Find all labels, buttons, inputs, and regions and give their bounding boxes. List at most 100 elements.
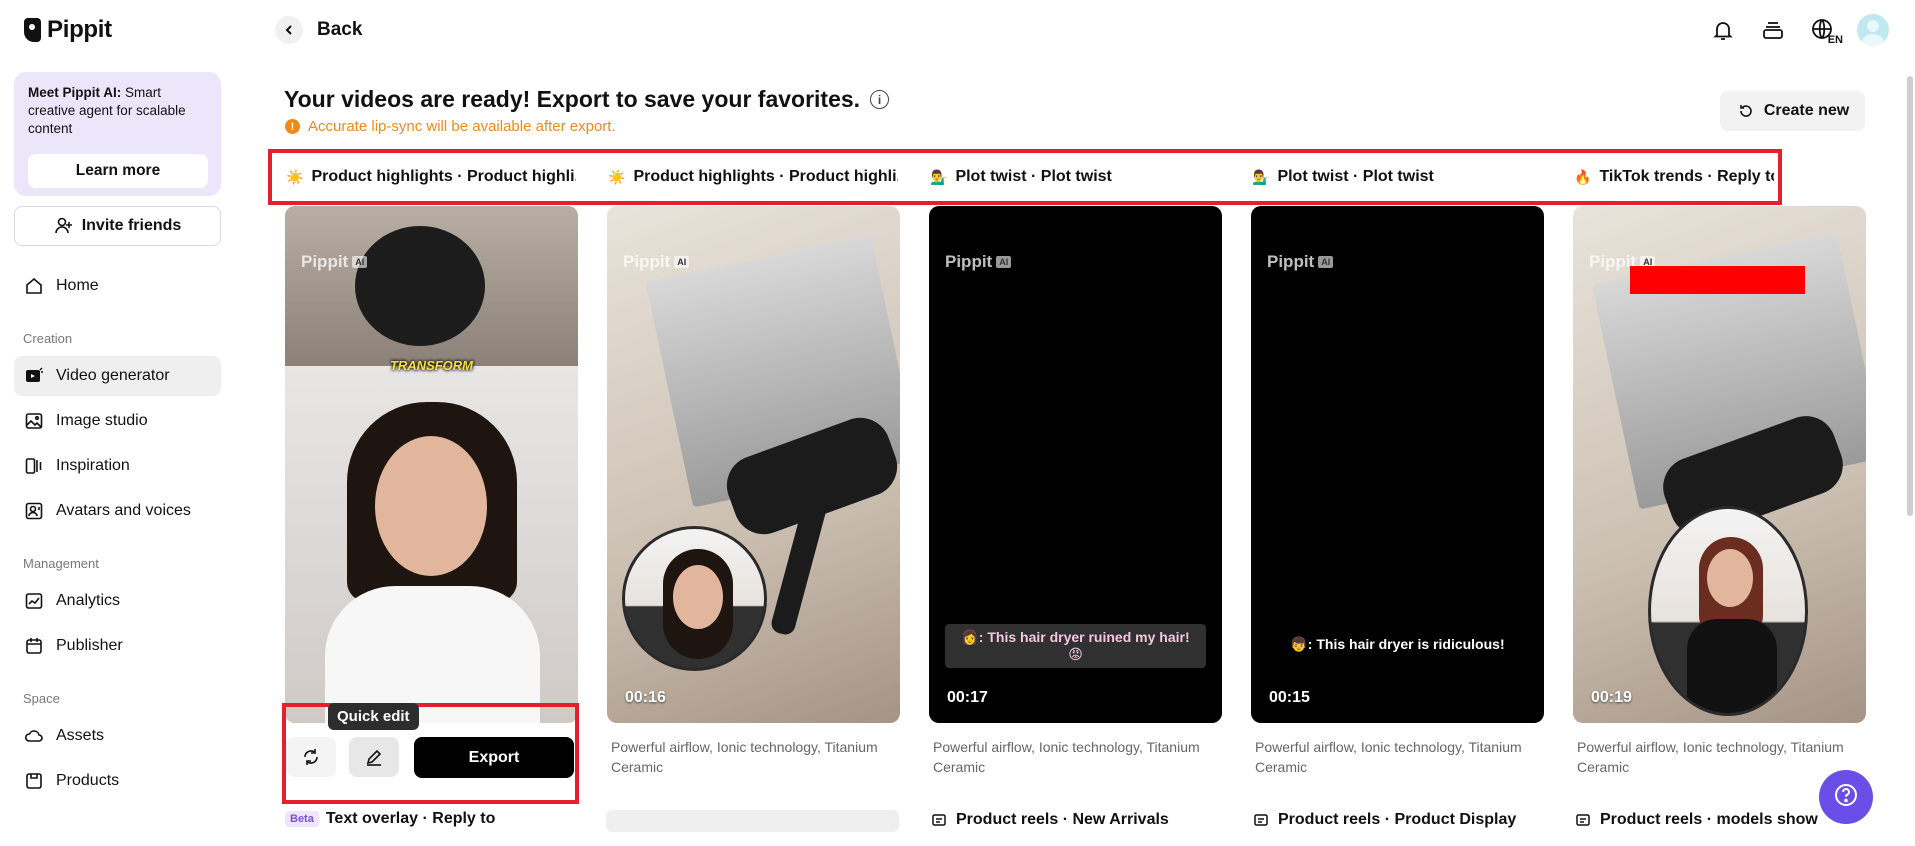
tab-product-highlights-1[interactable]: ☀️ Product highlights · Product highli..… bbox=[286, 153, 576, 201]
language-code: EN bbox=[1827, 34, 1843, 46]
presenter-face bbox=[673, 565, 723, 629]
video-generator-icon bbox=[24, 366, 44, 386]
next-template-label-1[interactable]: Beta Text overlay · Reply to bbox=[285, 810, 495, 828]
video-card-1[interactable]: Pippit AI TRANSFORM bbox=[285, 206, 578, 723]
regenerate-button[interactable] bbox=[286, 737, 336, 777]
pippit-logo-icon bbox=[24, 18, 41, 42]
learn-more-button[interactable]: Learn more bbox=[28, 154, 208, 188]
page-scrollbar[interactable] bbox=[1907, 76, 1913, 516]
video-description: Powerful airflow, Ionic technology, Tita… bbox=[933, 739, 1200, 775]
tab-label: Plot twist · Plot twist bbox=[1277, 168, 1434, 185]
presenter-dress bbox=[1687, 619, 1777, 713]
watermark-text: Pippit bbox=[1267, 252, 1315, 271]
sidebar-item-products[interactable]: Products bbox=[14, 761, 221, 801]
sidebar-item-label: Analytics bbox=[56, 592, 121, 609]
cloud-icon bbox=[24, 726, 44, 746]
video-duration: 00:19 bbox=[1591, 689, 1632, 706]
video-card-2[interactable]: Pippit AI 00:16 Powerful airflow, Ionic t… bbox=[607, 206, 900, 777]
watermark-text: Pippit bbox=[945, 252, 993, 271]
video-duration: 00:15 bbox=[1269, 689, 1310, 706]
loading-placeholder bbox=[606, 810, 899, 832]
lip-sync-warning: ! Accurate lip-sync will be available af… bbox=[285, 118, 616, 135]
next-template-label-4[interactable]: Product reels · Product Display bbox=[1251, 810, 1516, 830]
watermark-ai: AI bbox=[674, 256, 690, 268]
chevron-left-icon bbox=[275, 16, 303, 44]
video-card-4[interactable]: Pippit AI 👦: This hair dryer is ridiculou… bbox=[1251, 206, 1544, 777]
info-icon[interactable]: i bbox=[870, 90, 890, 109]
sidebar-item-image-studio[interactable]: Image studio bbox=[14, 401, 221, 441]
sun-icon: ☀️ bbox=[608, 168, 626, 185]
person-icon: 💁‍♂️ bbox=[1252, 168, 1270, 185]
quick-edit-tooltip: Quick edit bbox=[328, 703, 419, 730]
diffuser-image bbox=[355, 226, 485, 346]
invite-friends-label: Invite friends bbox=[81, 217, 182, 234]
video-thumbnail[interactable]: Pippit AI 00:16 bbox=[607, 206, 900, 723]
sidebar-item-video-generator[interactable]: Video generator bbox=[14, 356, 221, 396]
brand-name: Pippit bbox=[47, 16, 112, 43]
regenerate-icon bbox=[301, 747, 321, 767]
tab-plot-twist-1[interactable]: 💁‍♂️ Plot twist · Plot twist bbox=[930, 153, 1220, 201]
presenter-bubble bbox=[622, 526, 767, 671]
language-globe-icon[interactable]: EN bbox=[1807, 14, 1843, 46]
create-new-button[interactable]: Create new bbox=[1720, 91, 1865, 131]
create-new-label: Create new bbox=[1763, 102, 1850, 119]
video-thumbnail[interactable]: Pippit AI 👦: This hair dryer is ridiculou… bbox=[1251, 206, 1544, 723]
question-icon bbox=[1832, 781, 1860, 814]
next-template-label-5[interactable]: Product reels · models show bbox=[1573, 810, 1818, 830]
tab-label: Product highlights · Product highli... bbox=[311, 168, 576, 185]
tab-product-highlights-2[interactable]: ☀️ Product highlights · Product highli..… bbox=[608, 153, 898, 201]
presenter-bubble bbox=[1648, 506, 1808, 716]
sidebar-item-label: Video generator bbox=[56, 367, 170, 384]
watermark-ai: AI bbox=[1318, 256, 1334, 268]
person-face bbox=[375, 436, 487, 576]
fire-icon: 🔥 bbox=[1574, 168, 1592, 185]
sidebar-item-publisher[interactable]: Publisher bbox=[14, 626, 221, 666]
watermark: Pippit AI bbox=[1267, 252, 1334, 272]
sidebar-item-label: Products bbox=[56, 772, 120, 789]
tab-tiktok-trends[interactable]: 🔥 TikTok trends · Reply to bbox=[1574, 153, 1774, 201]
caption-pill: 👩: This hair dryer ruined my hair! 😡 bbox=[945, 624, 1206, 668]
tab-label: Plot twist · Plot twist bbox=[955, 168, 1112, 185]
user-avatar[interactable] bbox=[1857, 14, 1889, 46]
sidebar-item-label: Home bbox=[56, 277, 99, 294]
sidebar-item-inspiration[interactable]: Inspiration bbox=[14, 446, 221, 486]
tab-plot-twist-2[interactable]: 💁‍♂️ Plot twist · Plot twist bbox=[1252, 153, 1542, 201]
sidebar-item-label: Image studio bbox=[56, 412, 148, 429]
sidebar: Pippit Meet Pippit AI: Smart creative ag… bbox=[0, 0, 235, 846]
video-thumbnail[interactable]: Pippit AI 👩: This hair dryer ruined my ha… bbox=[929, 206, 1222, 723]
warning-text: Accurate lip-sync will be available afte… bbox=[308, 118, 616, 135]
export-button[interactable]: Export bbox=[414, 737, 574, 778]
invite-friends-button[interactable]: Invite friends bbox=[14, 206, 221, 246]
sidebar-item-home[interactable]: Home bbox=[14, 266, 221, 306]
next-template-label-3[interactable]: Product reels · New Arrivals bbox=[929, 810, 1169, 830]
bell-icon[interactable] bbox=[1707, 14, 1739, 46]
quick-edit-button[interactable] bbox=[349, 737, 399, 777]
inspiration-icon bbox=[24, 456, 44, 476]
help-button[interactable] bbox=[1819, 770, 1873, 824]
video-description: Powerful airflow, Ionic technology, Tita… bbox=[1577, 739, 1844, 775]
sun-icon: ☀️ bbox=[286, 168, 304, 185]
promo-text: Meet Pippit AI: Smart creative agent for… bbox=[28, 84, 207, 138]
sidebar-item-avatars[interactable]: Avatars and voices bbox=[14, 491, 221, 531]
video-thumbnail[interactable]: Pippit AI TRANSFORM bbox=[285, 206, 578, 723]
sidebar-item-assets[interactable]: Assets bbox=[14, 716, 221, 756]
watermark-ai: AI bbox=[996, 256, 1012, 268]
analytics-icon bbox=[24, 591, 44, 611]
refresh-icon bbox=[1736, 101, 1756, 121]
film-icon bbox=[1573, 810, 1593, 830]
home-icon bbox=[24, 276, 44, 296]
video-card-3[interactable]: Pippit AI 👩: This hair dryer ruined my ha… bbox=[929, 206, 1222, 777]
calendar-icon bbox=[24, 636, 44, 656]
back-button[interactable]: Back bbox=[275, 16, 362, 44]
sidebar-item-analytics[interactable]: Analytics bbox=[14, 581, 221, 621]
template-label: Text overlay · Reply to bbox=[325, 810, 496, 827]
stack-icon[interactable] bbox=[1757, 14, 1789, 46]
tab-label: TikTok trends · Reply to bbox=[1599, 168, 1774, 185]
presenter-face bbox=[1707, 549, 1753, 607]
video-description: Powerful airflow, Ionic technology, Tita… bbox=[611, 739, 878, 775]
brand-logo[interactable]: Pippit bbox=[24, 16, 112, 44]
sidebar-item-label: Assets bbox=[56, 727, 105, 744]
watermark-text: Pippit bbox=[301, 252, 349, 271]
video-caption: 👩: This hair dryer ruined my hair! 😡 bbox=[945, 624, 1206, 668]
watermark-text: Pippit bbox=[623, 252, 671, 271]
